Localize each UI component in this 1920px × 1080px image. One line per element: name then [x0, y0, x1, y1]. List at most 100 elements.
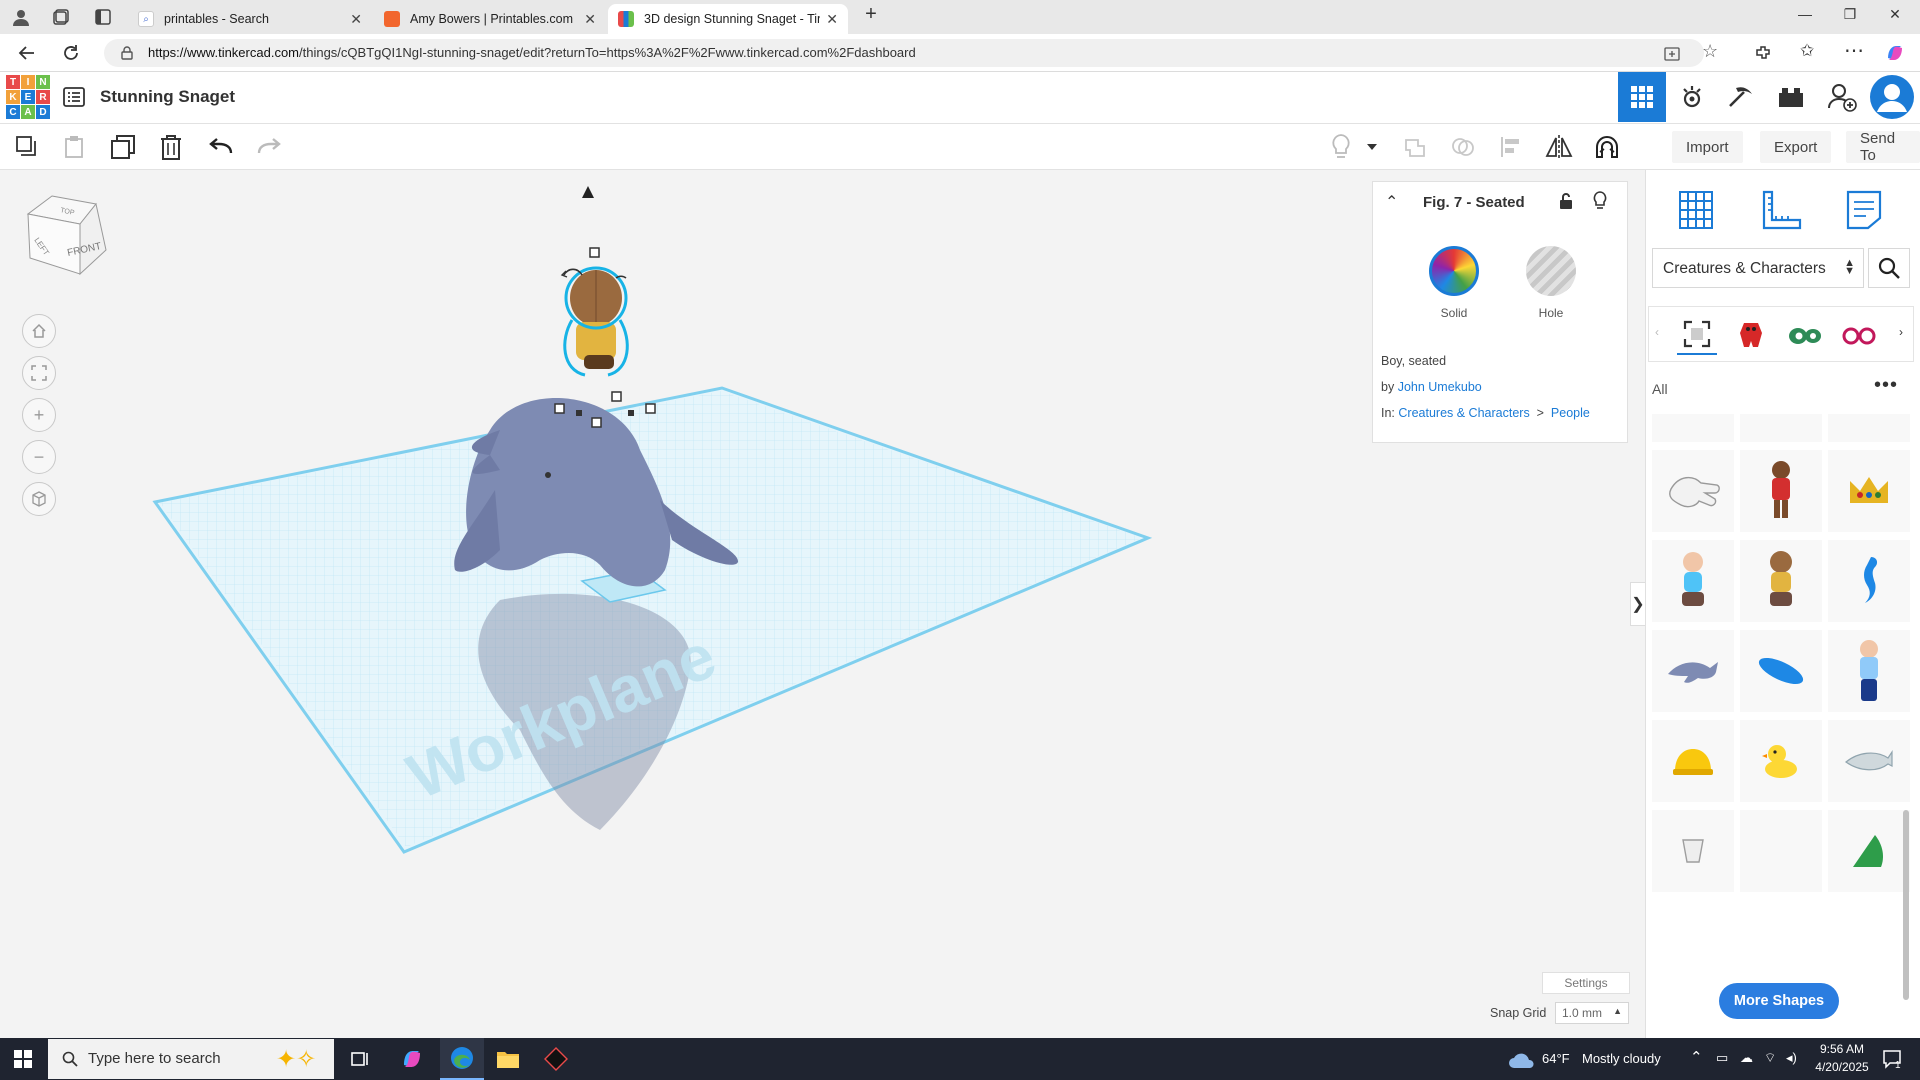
- shape-tile-duck[interactable]: [1740, 720, 1822, 802]
- weather-cloud-icon[interactable]: [1508, 1048, 1536, 1070]
- profile-icon[interactable]: [12, 8, 30, 26]
- meet-now-icon[interactable]: ▭: [1716, 1050, 1728, 1066]
- shape-category-select[interactable]: Creatures & Characters ▲ ▼: [1652, 248, 1864, 288]
- collapse-panel-button[interactable]: ❯: [1630, 582, 1645, 626]
- hole-swatch[interactable]: [1526, 246, 1576, 296]
- show-all-button[interactable]: [1326, 132, 1356, 162]
- group-button[interactable]: [1400, 132, 1430, 162]
- invite-user-button[interactable]: [1818, 72, 1866, 122]
- onedrive-icon[interactable]: ☁: [1740, 1050, 1753, 1066]
- export-button[interactable]: Export: [1760, 131, 1832, 163]
- tab-glasses[interactable]: [1839, 315, 1879, 355]
- send-to-button[interactable]: Send To: [1846, 130, 1920, 164]
- shape-tile-cup[interactable]: [1652, 810, 1734, 892]
- shape-tile-shark[interactable]: [1828, 720, 1910, 802]
- delete-button[interactable]: [156, 132, 186, 162]
- shape-tile-seahorse[interactable]: [1828, 540, 1910, 622]
- taskbar-search[interactable]: Type here to search ✦✧: [48, 1039, 334, 1079]
- zoom-out-button[interactable]: −: [22, 440, 56, 474]
- clock-time[interactable]: 9:56 AM: [1810, 1042, 1874, 1056]
- duplicate-button[interactable]: [108, 132, 138, 162]
- lift-handle-icon[interactable]: [582, 186, 594, 198]
- settings-button[interactable]: Settings: [1542, 972, 1630, 994]
- snap-grid-select[interactable]: 1.0 mm ▲: [1555, 1002, 1629, 1024]
- browser-tab[interactable]: ⌕ printables - Search ✕: [128, 4, 372, 34]
- undo-button[interactable]: [206, 132, 236, 162]
- workspaces-icon[interactable]: [52, 8, 70, 26]
- shape-tile-dolphin[interactable]: [1652, 630, 1734, 712]
- back-arrow-icon[interactable]: [18, 44, 36, 62]
- url-field[interactable]: https://www.tinkercad.com/things/cQBTgQI…: [104, 39, 1704, 67]
- subcategory-link[interactable]: People: [1551, 406, 1590, 420]
- shape-tile-hardhat[interactable]: [1652, 720, 1734, 802]
- ruler-tool-button[interactable]: [1752, 184, 1808, 236]
- close-tab-icon[interactable]: ✕: [350, 11, 362, 28]
- app-diamond-icon[interactable]: [544, 1047, 568, 1071]
- extensions-icon[interactable]: [1754, 44, 1772, 62]
- windows-start-icon[interactable]: [14, 1050, 32, 1068]
- paste-button[interactable]: [60, 132, 90, 162]
- shape-tile-seated-girl[interactable]: [1652, 540, 1734, 622]
- refresh-icon[interactable]: [62, 44, 80, 62]
- favorite-star-icon[interactable]: ☆: [1702, 41, 1718, 62]
- wifi-icon[interactable]: ⌔: [1764, 1050, 1776, 1066]
- shape-tile-standing-boy[interactable]: [1828, 630, 1910, 712]
- lightbulb-dropdown[interactable]: [1362, 132, 1382, 162]
- close-window-button[interactable]: ✕: [1880, 6, 1910, 23]
- home-view-button[interactable]: [22, 314, 56, 348]
- zoom-in-button[interactable]: +: [22, 398, 56, 432]
- edge-taskbar-button[interactable]: [440, 1038, 484, 1080]
- shape-tile[interactable]: [1652, 414, 1734, 442]
- ungroup-button[interactable]: [1448, 132, 1478, 162]
- collapse-inspector-icon[interactable]: ⌃: [1385, 192, 1398, 212]
- tab-characters[interactable]: [1731, 315, 1771, 355]
- solid-color-swatch[interactable]: [1429, 246, 1479, 296]
- file-explorer-icon[interactable]: [496, 1048, 520, 1070]
- favorites-icon[interactable]: ✩: [1800, 41, 1814, 61]
- close-tab-icon[interactable]: ✕: [826, 11, 838, 28]
- panel-scrollbar-thumb[interactable]: [1903, 810, 1909, 1000]
- tabs-prev-icon[interactable]: ‹: [1655, 325, 1659, 339]
- mirror-button[interactable]: [1544, 132, 1574, 162]
- browser-tab-active[interactable]: 3D design Stunning Snaget - Tink ✕: [608, 4, 848, 34]
- task-view-icon[interactable]: [350, 1049, 370, 1069]
- shape-tile-fin[interactable]: [1828, 810, 1910, 892]
- shape-tile-empty[interactable]: [1740, 810, 1822, 892]
- close-tab-icon[interactable]: ✕: [584, 11, 596, 28]
- copilot-icon[interactable]: [1884, 42, 1906, 64]
- align-button[interactable]: [1496, 132, 1526, 162]
- category-link[interactable]: Creatures & Characters: [1398, 406, 1529, 420]
- more-shapes-button[interactable]: More Shapes: [1719, 983, 1839, 1019]
- copilot-taskbar-icon[interactable]: [400, 1047, 424, 1071]
- shape-tile-seated-boy[interactable]: [1740, 540, 1822, 622]
- notes-tool-button[interactable]: [1836, 184, 1892, 236]
- tab-eyes[interactable]: [1785, 315, 1825, 355]
- minimize-button[interactable]: —: [1790, 6, 1820, 22]
- shape-tile[interactable]: [1828, 414, 1910, 442]
- tab-actions-icon[interactable]: [94, 8, 112, 26]
- author-link[interactable]: John Umekubo: [1398, 380, 1482, 394]
- import-button[interactable]: Import: [1672, 131, 1743, 163]
- bricks-button[interactable]: [1767, 72, 1815, 122]
- shape-tile-hand[interactable]: [1652, 450, 1734, 532]
- redo-button[interactable]: [254, 132, 284, 162]
- 3d-design-view-button[interactable]: [1618, 72, 1666, 122]
- weather-temp[interactable]: 64°F: [1542, 1051, 1570, 1066]
- volume-icon[interactable]: ◂): [1786, 1050, 1797, 1066]
- restore-button[interactable]: ❐: [1835, 6, 1865, 23]
- fit-view-button[interactable]: [22, 356, 56, 390]
- workplane-tool-button[interactable]: [1668, 184, 1724, 236]
- projection-button[interactable]: [22, 482, 56, 516]
- app-install-icon[interactable]: [1664, 46, 1680, 62]
- lock-icon[interactable]: [1559, 192, 1573, 210]
- weather-text[interactable]: Mostly cloudy: [1582, 1051, 1661, 1066]
- simulation-button[interactable]: [1668, 72, 1716, 122]
- copy-button[interactable]: [12, 132, 42, 162]
- tray-expand-icon[interactable]: ⌃: [1690, 1048, 1703, 1066]
- lock-icon[interactable]: [120, 46, 134, 60]
- view-cube[interactable]: TOP LEFT FRONT: [22, 188, 112, 278]
- visibility-bulb-icon[interactable]: [1593, 191, 1607, 211]
- more-options-icon[interactable]: •••: [1874, 374, 1898, 397]
- design-list-icon[interactable]: [63, 87, 85, 107]
- blocks-button[interactable]: [1717, 72, 1765, 122]
